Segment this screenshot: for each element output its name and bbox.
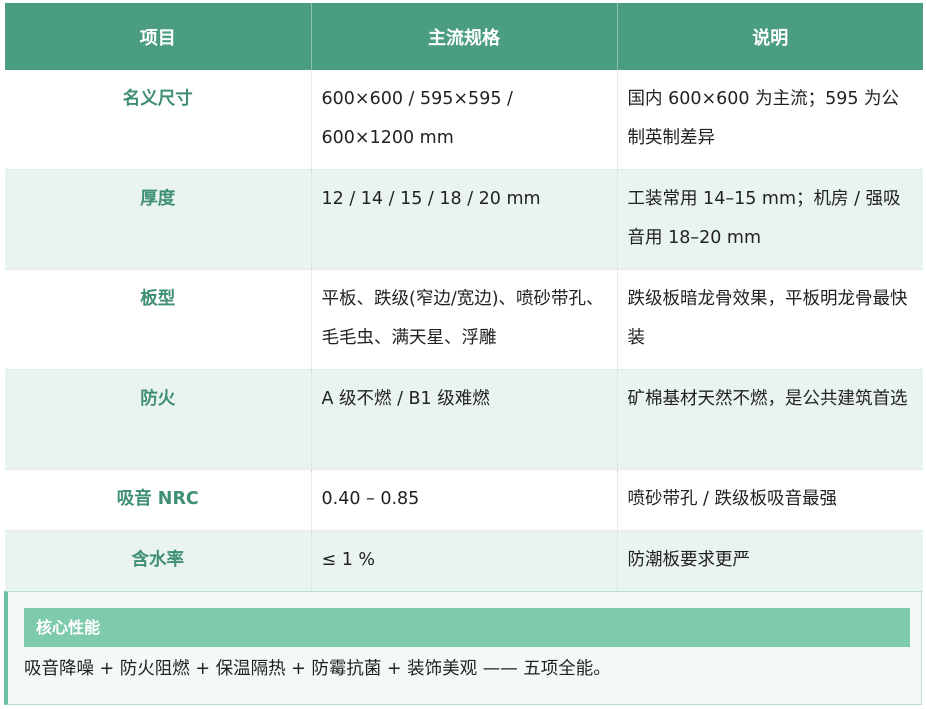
- row-item: 防火: [5, 369, 312, 470]
- row-item: 含水率: [5, 530, 312, 592]
- page: 项目 主流规格 说明 名义尺寸 600×600 / 595×595 / 600×…: [0, 0, 926, 709]
- row-item: 板型: [5, 269, 312, 370]
- table-row: 含水率 ≤ 1 % 防潮板要求更严: [5, 530, 923, 592]
- header-item: 项目: [5, 3, 312, 70]
- callout-text: 吸音降噪 + 防火阻燃 + 保温隔热 + 防霉抗菌 + 装饰美观 —— 五项全能…: [24, 659, 611, 679]
- table-body: 名义尺寸 600×600 / 595×595 / 600×1200 mm 国内 …: [5, 70, 923, 592]
- callout-title: 核心性能: [24, 608, 910, 647]
- table-row: 吸音 NRC 0.40 – 0.85 喷砂带孔 / 跌级板吸音最强: [5, 469, 923, 531]
- row-note: 跌级板暗龙骨效果，平板明龙骨最快装: [617, 269, 923, 370]
- row-item: 吸音 NRC: [5, 469, 312, 531]
- row-item: 厚度: [5, 169, 312, 270]
- header-spec: 主流规格: [311, 3, 618, 70]
- row-note: 工装常用 14–15 mm；机房 / 强吸音用 18–20 mm: [617, 169, 923, 270]
- row-spec: 12 / 14 / 15 / 18 / 20 mm: [311, 169, 618, 270]
- row-note: 矿棉基材天然不燃，是公共建筑首选: [617, 369, 923, 470]
- header-note: 说明: [617, 3, 923, 70]
- row-spec: A 级不燃 / B1 级难燃: [311, 369, 618, 470]
- row-spec: 600×600 / 595×595 / 600×1200 mm: [311, 70, 618, 170]
- spec-table: 项目 主流规格 说明 名义尺寸 600×600 / 595×595 / 600×…: [5, 3, 923, 592]
- row-note: 国内 600×600 为主流；595 为公制英制差异: [617, 70, 923, 170]
- table-row: 厚度 12 / 14 / 15 / 18 / 20 mm 工装常用 14–15 …: [5, 169, 923, 270]
- header-row: 项目 主流规格 说明: [5, 3, 923, 70]
- row-item: 名义尺寸: [5, 70, 312, 170]
- row-spec: ≤ 1 %: [311, 530, 618, 592]
- table-header: 项目 主流规格 说明: [5, 3, 923, 70]
- table-row: 名义尺寸 600×600 / 595×595 / 600×1200 mm 国内 …: [5, 70, 923, 170]
- row-note: 防潮板要求更严: [617, 530, 923, 592]
- table-row: 板型 平板、跌级(窄边/宽边)、喷砂带孔、毛毛虫、满天星、浮雕 跌级板暗龙骨效果…: [5, 269, 923, 370]
- row-spec: 平板、跌级(窄边/宽边)、喷砂带孔、毛毛虫、满天星、浮雕: [311, 269, 618, 370]
- row-note: 喷砂带孔 / 跌级板吸音最强: [617, 469, 923, 531]
- callout-panel: 核心性能 吸音降噪 + 防火阻燃 + 保温隔热 + 防霉抗菌 + 装饰美观 ——…: [4, 591, 922, 705]
- row-spec: 0.40 – 0.85: [311, 469, 618, 531]
- table-row: 防火 A 级不燃 / B1 级难燃 矿棉基材天然不燃，是公共建筑首选: [5, 369, 923, 470]
